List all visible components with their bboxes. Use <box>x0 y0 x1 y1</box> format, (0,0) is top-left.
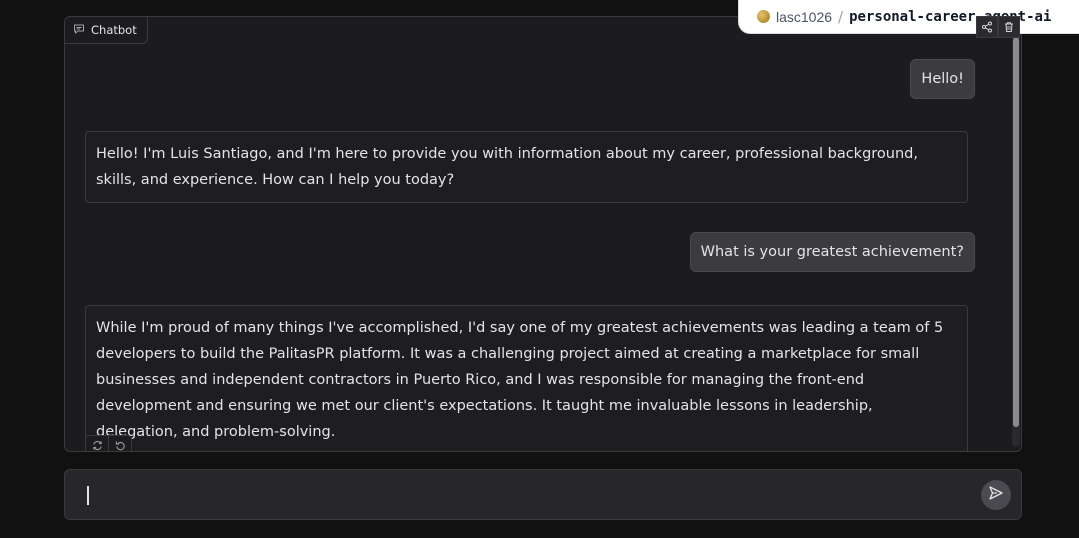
chatbot-label: Chatbot <box>65 17 148 44</box>
space-repo-link[interactable]: personal-career-agent-ai <box>849 9 1051 25</box>
space-separator: / <box>838 7 844 26</box>
chat-scrollbar[interactable] <box>1012 37 1020 447</box>
retry-button[interactable] <box>85 435 109 452</box>
chatbot-label-text: Chatbot <box>91 23 137 37</box>
scrollbar-thumb[interactable] <box>1013 37 1019 427</box>
retry-icon <box>92 436 103 452</box>
message-list: Hello! Hello! I'm Luis Santiago, and I'm… <box>65 17 1009 451</box>
chat-bubble-icon <box>73 23 85 38</box>
send-button[interactable] <box>981 480 1011 510</box>
text-caret <box>87 486 89 505</box>
chatbot-panel: Chatbot Hello! Hello! I'm Luis Santiago,… <box>64 16 1022 452</box>
user-message: What is your greatest achievement? <box>689 232 975 272</box>
send-icon <box>988 485 1004 505</box>
clear-button[interactable] <box>998 16 1020 38</box>
message-input[interactable] <box>79 480 963 512</box>
message-input-bar <box>64 469 1022 520</box>
panel-toolbar <box>976 16 1020 38</box>
share-button[interactable] <box>976 16 998 38</box>
space-badge[interactable]: lasc1026 / personal-career-agent-ai <box>738 0 1079 34</box>
user-message: Hello! <box>910 59 975 99</box>
trash-icon <box>1003 18 1015 37</box>
share-icon <box>981 18 993 37</box>
undo-icon <box>115 436 126 452</box>
assistant-message: Hello! I'm Luis Santiago, and I'm here t… <box>85 131 968 203</box>
space-avatar <box>757 10 770 23</box>
assistant-message: While I'm proud of many things I've acco… <box>85 305 968 451</box>
undo-button[interactable] <box>109 435 132 452</box>
space-owner-link[interactable]: lasc1026 <box>776 9 832 25</box>
message-actions <box>85 435 132 452</box>
